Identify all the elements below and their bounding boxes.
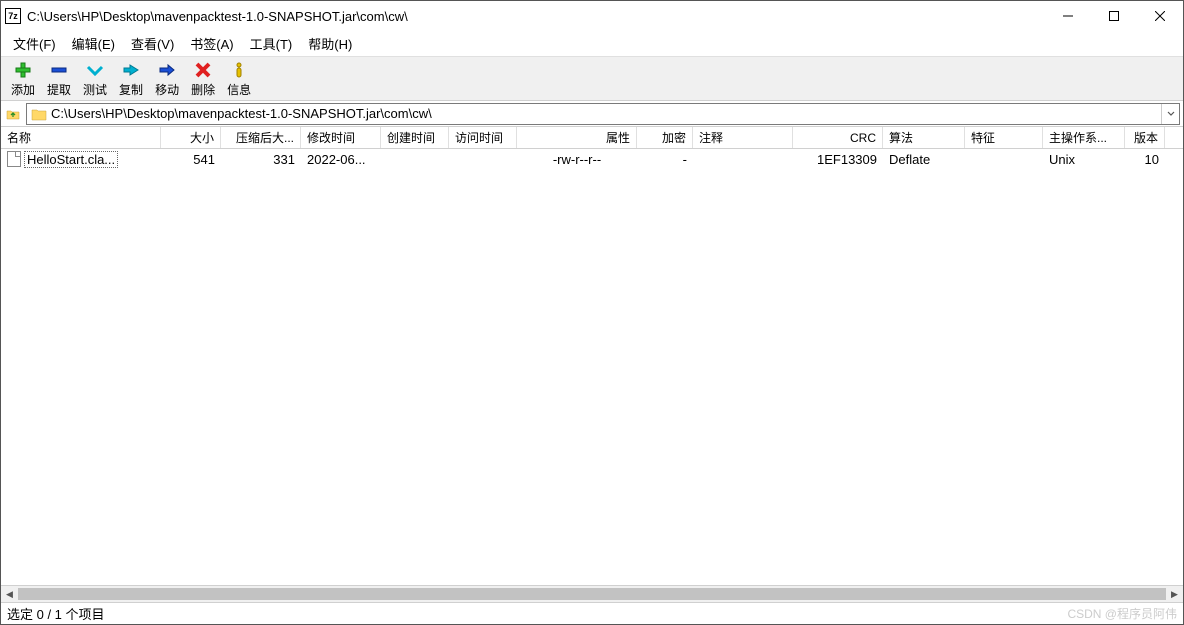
tool-move-label: 移动 [155,81,179,98]
scroll-right-arrow[interactable]: ▶ [1166,586,1183,602]
col-crc[interactable]: CRC [793,127,883,148]
cell-name: HelloStart.cla... [1,150,161,169]
col-os[interactable]: 主操作系... [1043,127,1125,148]
col-feat[interactable]: 特征 [965,127,1043,148]
table-row[interactable]: HelloStart.cla... 541 331 2022-06... -rw… [1,149,1183,169]
col-ver[interactable]: 版本 [1125,127,1165,148]
file-name-text: HelloStart.cla... [24,151,118,168]
cell-algo: Deflate [883,151,965,168]
menu-file[interactable]: 文件(F) [5,31,64,56]
plus-icon [14,61,32,79]
tool-test-label: 测试 [83,81,107,98]
menubar: 文件(F) 编辑(E) 查看(V) 书签(A) 工具(T) 帮助(H) [1,31,1183,57]
cell-os: Unix [1043,151,1125,168]
menu-edit[interactable]: 编辑(E) [64,31,123,56]
addressbar: C:\Users\HP\Desktop\mavenpacktest-1.0-SN… [1,101,1183,127]
tool-add[interactable]: 添加 [5,59,41,100]
file-list: 名称 大小 压缩后大... 修改时间 创建时间 访问时间 属性 加密 注释 CR… [1,127,1183,602]
tool-copy-label: 复制 [119,81,143,98]
file-list-body[interactable]: HelloStart.cla... 541 331 2022-06... -rw… [1,149,1183,585]
col-algo[interactable]: 算法 [883,127,965,148]
nav-up-button[interactable] [2,103,24,125]
menu-tools[interactable]: 工具(T) [242,31,301,56]
cell-feat [965,158,1043,160]
col-comm[interactable]: 注释 [693,127,793,148]
minimize-button[interactable] [1045,1,1091,31]
scroll-left-arrow[interactable]: ◀ [1,586,18,602]
delete-x-icon [194,61,212,79]
file-icon [7,151,21,167]
address-input[interactable]: C:\Users\HP\Desktop\mavenpacktest-1.0-SN… [26,103,1180,125]
window-title: C:\Users\HP\Desktop\mavenpacktest-1.0-SN… [27,9,1045,24]
watermark: CSDN @程序员阿伟 [1067,605,1177,622]
close-button[interactable] [1137,1,1183,31]
tool-info[interactable]: 信息 [221,59,257,100]
col-packed[interactable]: 压缩后大... [221,127,301,148]
folder-up-icon [6,107,20,121]
col-name[interactable]: 名称 [1,127,161,148]
cell-atime [449,158,517,160]
tool-delete-label: 删除 [191,81,215,98]
cell-size: 541 [161,151,221,168]
tool-add-label: 添加 [11,81,35,98]
col-mtime[interactable]: 修改时间 [301,127,381,148]
menu-help[interactable]: 帮助(H) [300,31,360,56]
cell-crc: 1EF13309 [793,151,883,168]
folder-icon [31,106,47,122]
info-icon [230,61,248,79]
cell-attr: -rw-r--r-- [517,151,637,168]
check-icon [86,61,104,79]
address-text: C:\Users\HP\Desktop\mavenpacktest-1.0-SN… [51,106,1161,121]
maximize-button[interactable] [1091,1,1137,31]
chevron-down-icon [1167,111,1175,117]
tool-info-label: 信息 [227,81,251,98]
col-size[interactable]: 大小 [161,127,221,148]
col-atime[interactable]: 访问时间 [449,127,517,148]
app-icon: 7z [5,8,21,24]
window-controls [1045,1,1183,31]
tool-move[interactable]: 移动 [149,59,185,100]
tool-extract-label: 提取 [47,81,71,98]
cell-enc: - [637,151,693,168]
titlebar: 7z C:\Users\HP\Desktop\mavenpacktest-1.0… [1,1,1183,31]
statusbar: 选定 0 / 1 个项目 CSDN @程序员阿伟 [1,602,1183,624]
menu-bookmarks[interactable]: 书签(A) [182,31,241,56]
minus-icon [50,61,68,79]
tool-extract[interactable]: 提取 [41,59,77,100]
address-dropdown[interactable] [1161,104,1179,124]
tool-copy[interactable]: 复制 [113,59,149,100]
cell-mtime: 2022-06... [301,151,381,168]
toolbar: 添加 提取 测试 复制 移动 删除 信息 [1,57,1183,101]
menu-view[interactable]: 查看(V) [123,31,182,56]
col-ctime[interactable]: 创建时间 [381,127,449,148]
col-attr[interactable]: 属性 [517,127,637,148]
status-text: 选定 0 / 1 个项目 [7,604,105,623]
tool-delete[interactable]: 删除 [185,59,221,100]
col-enc[interactable]: 加密 [637,127,693,148]
copy-arrow-icon [122,61,140,79]
cell-ver: 10 [1125,151,1165,168]
tool-test[interactable]: 测试 [77,59,113,100]
move-arrow-icon [158,61,176,79]
cell-ctime [381,158,449,160]
horizontal-scrollbar[interactable]: ◀ ▶ [1,585,1183,602]
cell-packed: 331 [221,151,301,168]
scroll-thumb[interactable] [18,588,1166,600]
cell-comm [693,158,793,160]
file-list-header: 名称 大小 压缩后大... 修改时间 创建时间 访问时间 属性 加密 注释 CR… [1,127,1183,149]
